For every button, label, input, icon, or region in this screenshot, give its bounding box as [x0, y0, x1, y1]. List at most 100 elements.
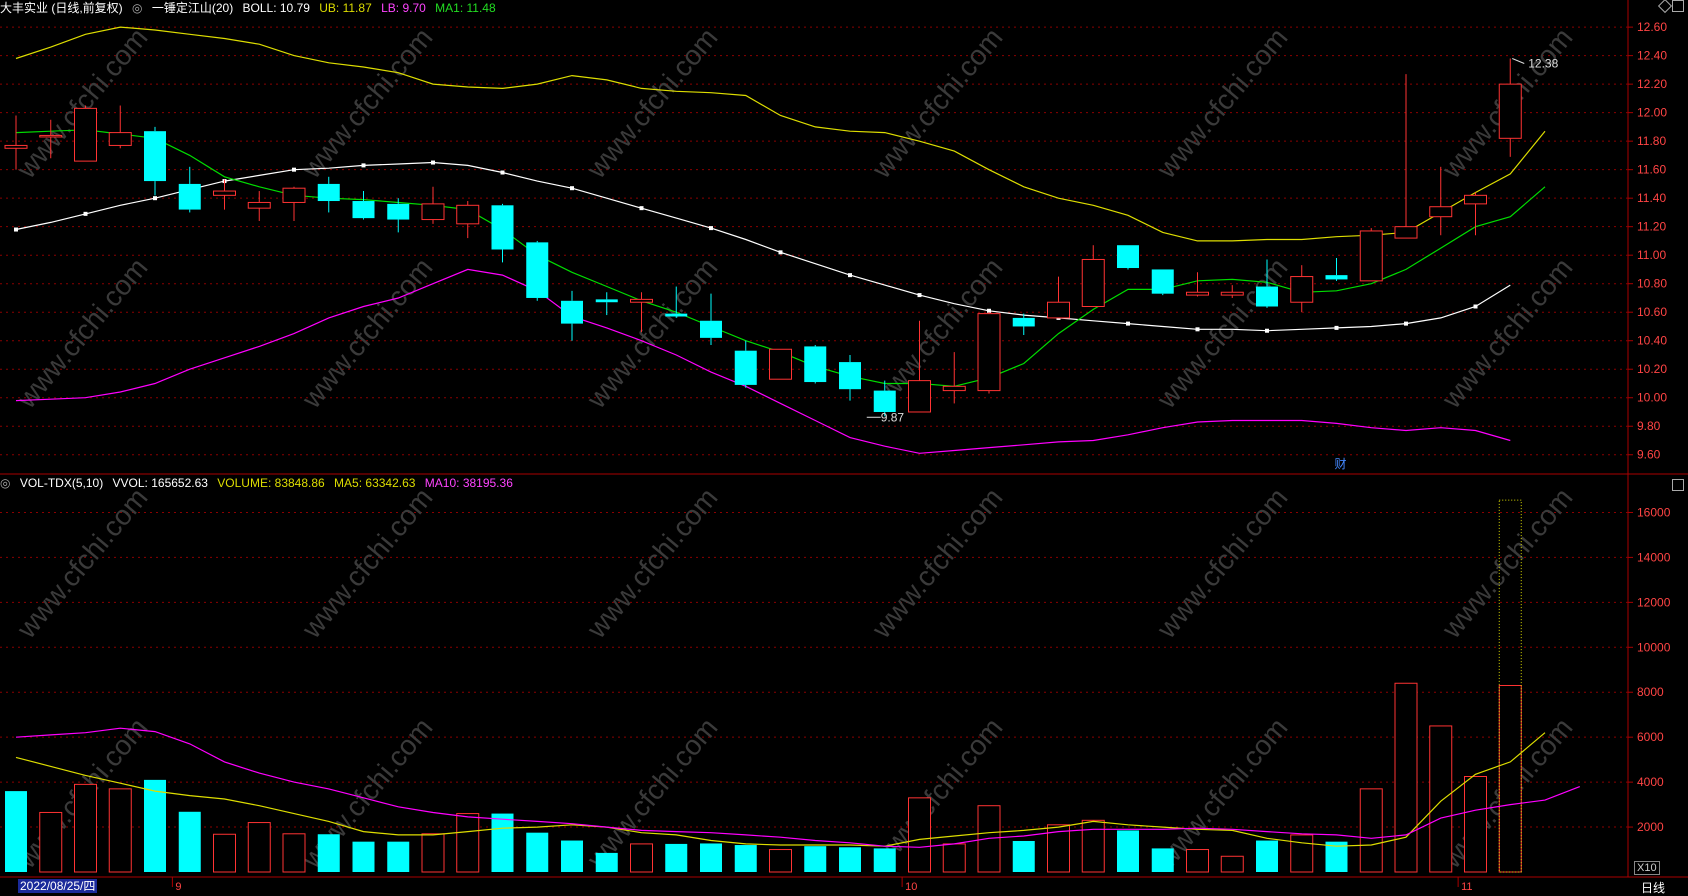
- candle-body-up: [1081, 258, 1105, 308]
- candle-body-down: [1117, 245, 1139, 269]
- volume-tick-label: 14000: [1637, 550, 1671, 564]
- candle-body-down: [178, 183, 201, 210]
- boll-mid-line-marker: [709, 226, 713, 231]
- candle-body-up: [1429, 206, 1453, 218]
- price-tick-label: 10.80: [1637, 277, 1667, 291]
- volume-tick-label: 10000: [1637, 640, 1671, 654]
- boll-mid-line-marker: [361, 163, 366, 168]
- candle-body-up: [769, 348, 792, 380]
- month-marker-label: 11: [1461, 881, 1472, 893]
- price-tick-label: 10.20: [1637, 362, 1667, 376]
- volume-tick-label: 6000: [1637, 730, 1664, 744]
- price-tick-label: 9.80: [1637, 419, 1661, 433]
- volume-tick-label: 2000: [1637, 820, 1664, 834]
- boll-mid-line-marker: [1126, 321, 1130, 326]
- candle-body-up: [282, 187, 306, 203]
- candle-body-up: [1498, 83, 1522, 139]
- candle-body-down: [595, 299, 618, 303]
- candle-body-up: [456, 204, 480, 225]
- finance-marker: 财: [1335, 457, 1347, 471]
- candle-body-up: [630, 298, 653, 303]
- watermark-text: www.cfchi.com: [1150, 482, 1293, 645]
- boll-mid-line-marker: [1404, 321, 1408, 326]
- volume-value: VOLUME: 83848.86: [217, 476, 325, 490]
- volume-bar-down: [665, 843, 688, 872]
- volume-bar-up: [630, 843, 653, 873]
- candle-body-up: [1290, 276, 1314, 303]
- candle-body-down: [700, 320, 722, 338]
- volume-maximize-icon[interactable]: [1672, 479, 1684, 491]
- price-panel[interactable]: 12.38 9.87 财: [4, 26, 1559, 471]
- watermark-text: www.cfchi.com: [295, 252, 438, 415]
- candle-body-up: [74, 107, 97, 162]
- watermark-text: www.cfchi.com: [1435, 482, 1578, 645]
- stock-chart[interactable]: www.cfchi.com www.cfchi.com www.cfchi.com w…: [0, 0, 1688, 894]
- vol-indicator-circle-icon[interactable]: ◎: [0, 476, 10, 490]
- boll-mid-line-marker: [570, 186, 574, 191]
- candle-body-up: [942, 385, 966, 392]
- period-label[interactable]: 日线: [1641, 879, 1665, 896]
- volume-bar-up: [456, 813, 480, 873]
- vol-ma5-line: [15, 732, 1546, 847]
- ma10-value: MA10: 38195.36: [424, 476, 513, 490]
- volume-bar-down: [1256, 840, 1278, 872]
- volume-tick-label: 16000: [1637, 505, 1671, 519]
- lb-value: LB: 9.70: [381, 1, 426, 15]
- volume-header: ◎ VOL-TDX(5,10) VVOL: 165652.63 VOLUME: …: [0, 475, 519, 491]
- volume-bar-up: [769, 849, 792, 873]
- vol-indicator-name[interactable]: VOL-TDX(5,10): [20, 476, 103, 490]
- watermark-text: www.cfchi.com: [580, 482, 723, 645]
- candle-body-down: [734, 350, 757, 385]
- watermark-text: www.cfchi.com: [865, 482, 1008, 645]
- volume-bar-down: [1151, 848, 1174, 872]
- boll-mid-line-marker: [778, 250, 783, 255]
- candle-body-up: [1359, 230, 1383, 282]
- volume-bar-down: [526, 832, 549, 872]
- price-tick-label: 11.80: [1637, 134, 1666, 148]
- boll-value: BOLL: 10.79: [242, 1, 310, 15]
- volume-bar-up: [942, 843, 966, 873]
- watermark-text: www.cfchi.com: [10, 482, 153, 645]
- price-tick-label: 11.60: [1637, 163, 1666, 177]
- volume-tick-label: 12000: [1637, 595, 1671, 609]
- ub-line: [15, 26, 1546, 242]
- watermark-text: www.cfchi.com: [1435, 252, 1578, 415]
- candle-body-up: [908, 380, 931, 413]
- month-marker-label: 10: [905, 881, 917, 893]
- watermark-text: www.cfchi.com: [10, 252, 153, 415]
- candle-body-down: [491, 205, 514, 250]
- candle-body-up: [4, 144, 28, 149]
- watermark-text: www.cfchi.com: [1150, 22, 1293, 185]
- boll-mid-line-marker: [292, 167, 296, 172]
- candle-body-up: [108, 132, 132, 146]
- ma5-value: MA5: 63342.63: [334, 476, 416, 490]
- stock-name[interactable]: 大丰实业 (日线,前复权): [0, 1, 123, 15]
- ma1-line: [15, 129, 1546, 387]
- volume-bar-down: [734, 845, 757, 872]
- volume-bar-down: [700, 843, 722, 872]
- price-tick-label: 9.60: [1637, 448, 1661, 462]
- watermark-layer: www.cfchi.com www.cfchi.com www.cfchi.com w…: [10, 22, 1578, 875]
- boll-mid-line-marker: [83, 211, 88, 216]
- maximize-icon[interactable]: [1672, 0, 1684, 12]
- watermark-text: www.cfchi.com: [865, 22, 1008, 185]
- volume-panel[interactable]: [5, 499, 1581, 873]
- volume-bar-up: [74, 783, 97, 873]
- volume-bar-up: [1359, 788, 1383, 873]
- candle-body-down: [387, 203, 410, 220]
- volume-bar-up: [1464, 776, 1487, 873]
- candle-body-up: [1464, 194, 1487, 205]
- boll-mid-line-marker: [1334, 325, 1339, 330]
- month-marker-label: 9: [175, 881, 181, 893]
- candle-body-up: [1047, 301, 1070, 319]
- price-tick-label: 11.00: [1637, 248, 1666, 262]
- watermark-text: www.cfchi.com: [295, 482, 438, 645]
- indicator-name[interactable]: 一锤定江山(20): [152, 1, 233, 15]
- volume-bar-down: [561, 840, 583, 872]
- candle-body-down: [873, 390, 896, 412]
- volume-bar-up: [421, 833, 445, 873]
- volume-bar-down: [1117, 830, 1139, 872]
- volume-bar-down: [178, 811, 201, 872]
- volume-bar-up: [1081, 819, 1105, 873]
- indicator-circle-icon[interactable]: ◎: [132, 1, 142, 15]
